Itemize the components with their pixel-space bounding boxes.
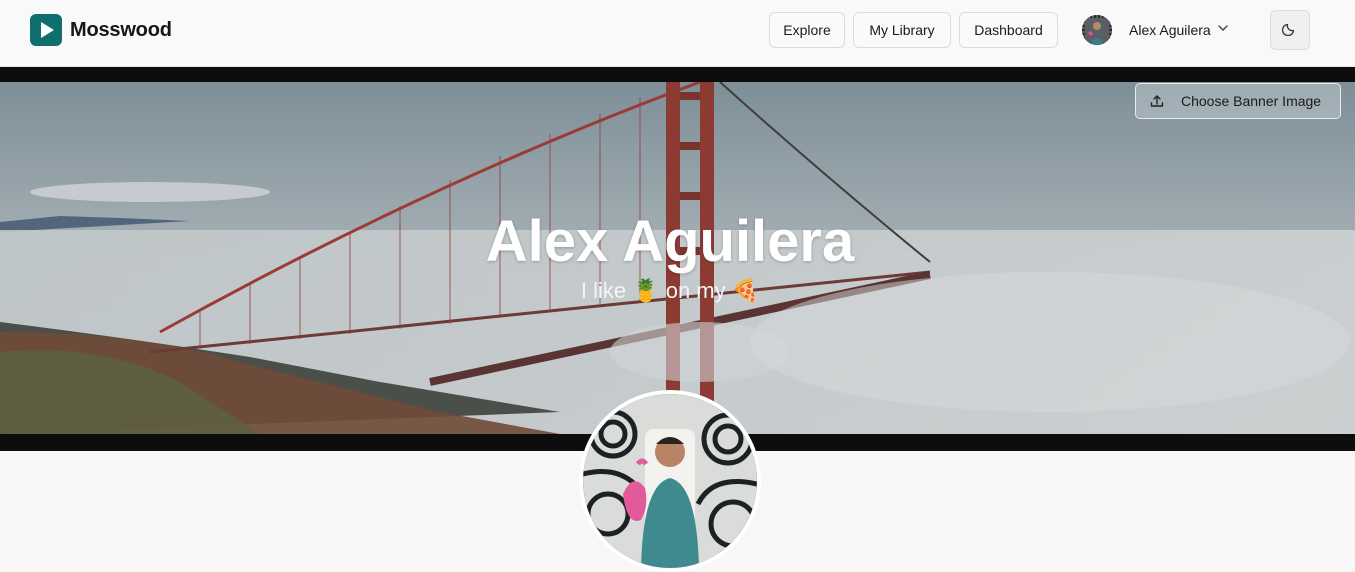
play-logo-icon	[30, 14, 62, 46]
moon-icon	[1281, 20, 1298, 41]
choose-banner-image-label: Choose Banner Image	[1181, 93, 1322, 109]
user-menu[interactable]: Alex Aguilera	[1082, 14, 1229, 46]
my-library-button[interactable]: My Library	[853, 12, 951, 48]
chevron-down-icon	[1217, 21, 1229, 39]
brand-logo[interactable]: Mosswood	[30, 14, 172, 46]
top-navbar: Mosswood Explore My Library Dashboard Al…	[0, 0, 1355, 67]
profile-bio: I like 🍍 on my 🍕	[580, 278, 760, 303]
profile-avatar[interactable]	[579, 390, 761, 572]
brand-name: Mosswood	[70, 18, 172, 41]
profile-name: Alex Aguilera	[485, 209, 855, 274]
explore-button[interactable]: Explore	[769, 12, 845, 48]
upload-icon	[1149, 93, 1165, 109]
theme-toggle-button[interactable]	[1270, 10, 1310, 50]
choose-banner-image-button[interactable]: Choose Banner Image	[1135, 83, 1341, 119]
user-name: Alex Aguilera	[1129, 22, 1211, 38]
dashboard-button[interactable]: Dashboard	[959, 12, 1058, 48]
user-avatar	[1082, 15, 1112, 45]
